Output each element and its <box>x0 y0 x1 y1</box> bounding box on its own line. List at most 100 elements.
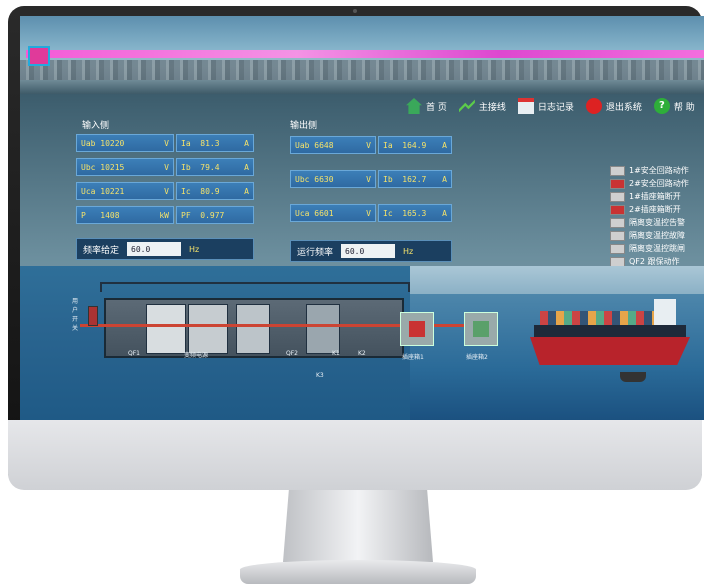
legend-item: 2#安全回路动作 <box>610 177 689 190</box>
exit-label: 退出系统 <box>605 102 642 113</box>
frequency-setpoint: 频率给定 60.0 Hz <box>76 238 254 260</box>
status-indicator <box>610 230 625 241</box>
running-frequency-unit: Hz <box>403 246 414 256</box>
cell-value: 0.977 <box>200 210 225 220</box>
cell-value: 10215 <box>100 162 125 172</box>
cell-label: Ic <box>181 186 191 196</box>
converter-room-outline <box>100 282 410 292</box>
cell-unit: A <box>244 138 249 148</box>
frequency-setpoint-input[interactable]: 60.0 <box>127 242 182 256</box>
cell-label: Ia <box>181 138 191 148</box>
home-label: 首 页 <box>426 102 447 113</box>
legend-label: 2#插座箱断开 <box>629 205 681 214</box>
legend-label: 1#插座箱断开 <box>629 192 681 201</box>
home-button[interactable]: 首 页 <box>406 98 447 114</box>
legend-label: 1#安全回路动作 <box>629 166 689 175</box>
cell-value: 165.3 <box>402 208 427 218</box>
status-legend: 1#安全回路动作 2#安全回路动作 1#插座箱断开 2#插座箱断开 隔离变温控告… <box>610 164 689 268</box>
cell-unit: V <box>164 162 169 172</box>
k2-label: K2 <box>358 350 366 357</box>
status-indicator <box>610 191 625 202</box>
socket-box-2[interactable] <box>464 312 498 346</box>
ship-deck <box>534 325 686 339</box>
tugboat-image <box>620 372 646 382</box>
cell-unit: kW <box>159 210 169 220</box>
cell-label: Uab <box>295 140 310 150</box>
cell-unit: V <box>366 208 371 218</box>
cell-value: 10220 <box>100 138 125 148</box>
help-button[interactable]: ? 帮 助 <box>653 98 695 114</box>
cell-value: 79.4 <box>200 162 220 172</box>
input-uab-cell: Uab 10220 V <box>76 134 174 152</box>
running-frequency-value: 60.0 <box>341 244 396 258</box>
socket-1-indicator <box>409 321 425 337</box>
cabinet-panel <box>188 304 228 354</box>
socket-box-1[interactable] <box>400 312 434 346</box>
cell-unit: A <box>442 140 447 150</box>
socket-1-label: 插座箱1 <box>402 354 424 361</box>
cell-value: 6630 <box>314 174 334 184</box>
output-uca-cell: Uca 6601 V <box>290 204 376 222</box>
cell-unit: V <box>164 186 169 196</box>
main-toolbar: 首 页 主接线 日志记录 退出系统 ? 帮 助 <box>406 98 695 114</box>
cell-value: 6601 <box>314 208 334 218</box>
cell-unit: V <box>164 138 169 148</box>
home-icon <box>406 98 422 114</box>
port-skyline <box>20 60 704 80</box>
socket-2-label: 插座箱2 <box>466 354 488 361</box>
header-banner <box>20 16 704 94</box>
converter-room <box>104 298 404 358</box>
cell-unit: A <box>244 162 249 172</box>
cell-label: Ubc <box>295 174 310 184</box>
user-switch-label: 用户开关 <box>72 298 79 332</box>
cell-unit: A <box>442 208 447 218</box>
legend-label: 2#安全回路动作 <box>629 179 689 188</box>
exit-button[interactable]: 退出系统 <box>585 98 642 114</box>
cell-value: 1408 <box>100 210 120 220</box>
cell-value: 81.3 <box>200 138 220 148</box>
legend-item: 2#插座箱断开 <box>610 203 689 216</box>
container-ship-image <box>530 299 690 371</box>
main-line-label: 主接线 <box>478 102 506 113</box>
output-side-title: 输出侧 <box>290 121 318 131</box>
converter-label: 变频电源 <box>184 352 209 359</box>
output-ubc-cell: Ubc 6630 V <box>290 170 376 188</box>
log-button[interactable]: 日志记录 <box>517 98 574 114</box>
socket-2-indicator <box>473 321 489 337</box>
input-pf-cell: PF 0.977 <box>176 206 254 224</box>
cabinet-panel <box>146 304 186 354</box>
monitor-stand <box>283 488 433 562</box>
cell-label: Ib <box>181 162 191 172</box>
status-indicator <box>610 256 625 267</box>
input-p-cell: P 1408 kW <box>76 206 174 224</box>
ship-hull <box>530 337 690 365</box>
running-frequency: 运行频率 60.0 Hz <box>290 240 452 262</box>
line-chart-icon <box>458 99 475 113</box>
monitor-base <box>240 560 476 584</box>
legend-item: 1#插座箱断开 <box>610 190 689 203</box>
cell-unit: V <box>366 140 371 150</box>
status-indicator <box>610 178 625 189</box>
log-label: 日志记录 <box>537 102 574 113</box>
monitor-chin <box>8 420 702 490</box>
legend-item: 隔离变温控跳闸 <box>610 242 689 255</box>
breaker-cabinet <box>306 304 340 354</box>
cell-value: 80.9 <box>200 186 220 196</box>
status-indicator <box>610 243 625 254</box>
output-uab-cell: Uab 6648 V <box>290 136 376 154</box>
legend-label: 隔离变温控告警 <box>629 218 685 227</box>
running-frequency-label: 运行频率 <box>297 247 334 258</box>
user-switch[interactable] <box>88 306 98 326</box>
cell-unit: A <box>442 174 447 184</box>
output-ic-cell: Ic 165.3 A <box>378 204 452 222</box>
main-line-button[interactable]: 主接线 <box>458 98 506 114</box>
status-indicator <box>610 217 625 228</box>
camera-dot <box>353 9 357 13</box>
cell-label: Uca <box>81 186 96 196</box>
cell-label: Ubc <box>81 162 96 172</box>
cell-label: Ib <box>383 174 393 184</box>
input-ia-cell: Ia 81.3 A <box>176 134 254 152</box>
transformer-cabinet <box>236 304 270 354</box>
help-label: 帮 助 <box>673 102 695 113</box>
status-indicator <box>610 165 625 176</box>
